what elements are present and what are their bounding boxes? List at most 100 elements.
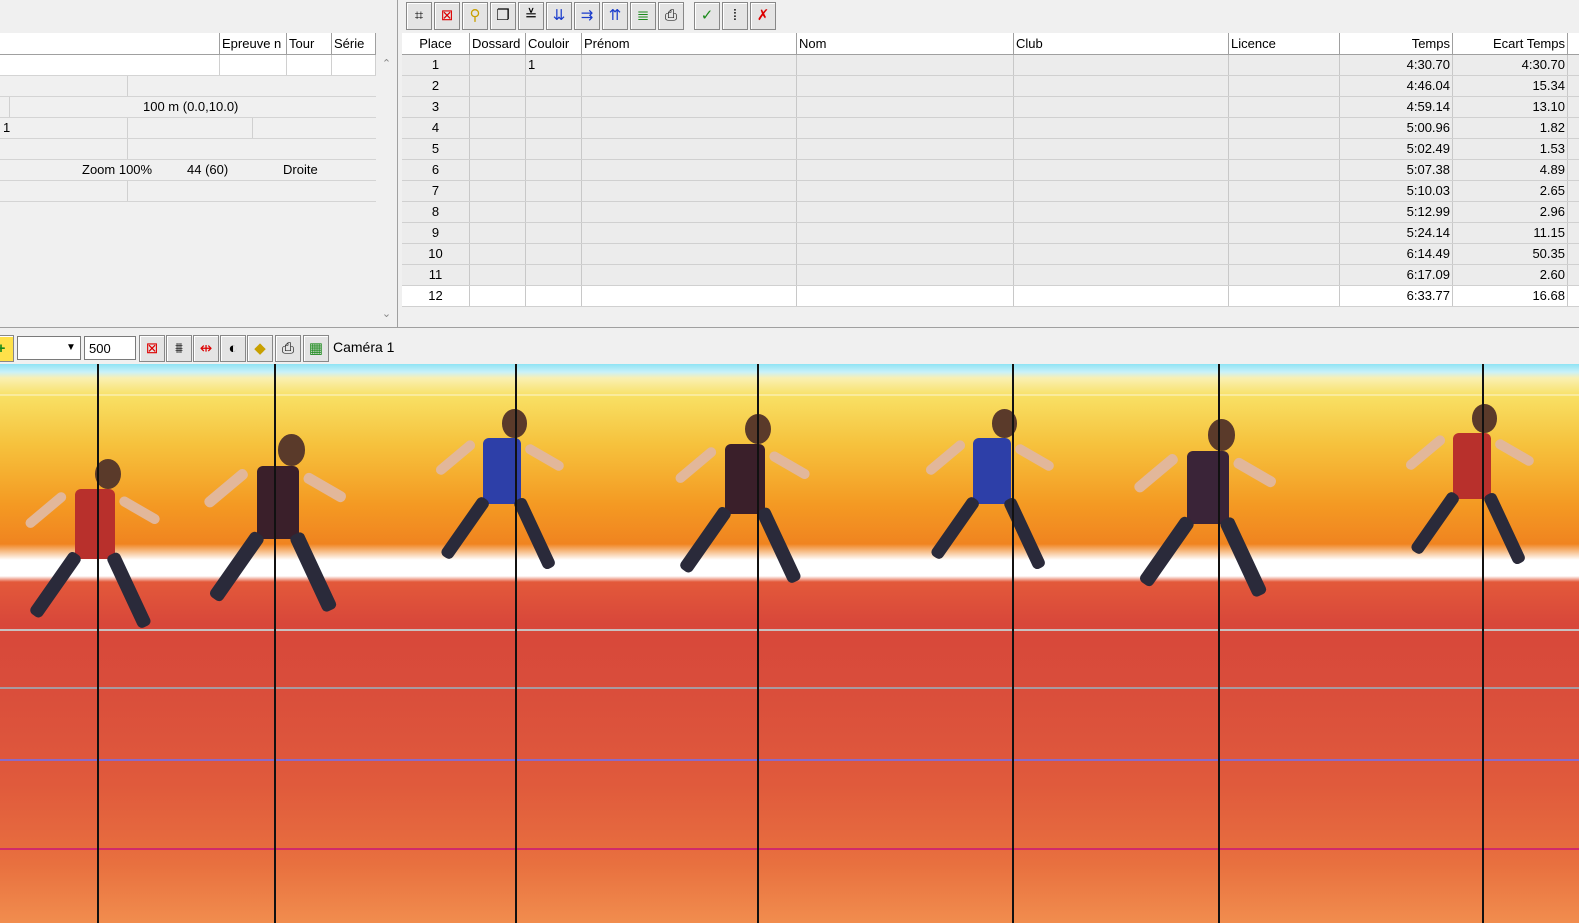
cell-licence[interactable] xyxy=(1229,55,1340,75)
contrast-icon[interactable]: ◐ xyxy=(220,335,246,362)
cell-ecart[interactable]: 15.34 xyxy=(1453,76,1568,96)
photo-finish-image[interactable] xyxy=(0,364,1579,923)
cell-prenom[interactable] xyxy=(582,97,797,117)
cell-place[interactable]: 3 xyxy=(402,97,470,117)
lane-select[interactable]: ▼ xyxy=(17,336,81,360)
cell-ecart[interactable]: 2.60 xyxy=(1453,265,1568,285)
tour-cell[interactable] xyxy=(287,55,332,75)
align-lines-icon[interactable]: ⇹ xyxy=(193,335,219,362)
cell-nom[interactable] xyxy=(797,76,1014,96)
race-selection-row[interactable] xyxy=(0,55,376,76)
cell-ecart[interactable]: 4.89 xyxy=(1453,160,1568,180)
cell-prenom[interactable] xyxy=(582,244,797,264)
column-header-temps[interactable]: Temps xyxy=(1340,33,1453,54)
table-row[interactable]: 11 6:17.09 2.60 xyxy=(402,265,1579,286)
ranking-icon[interactable]: ≣ xyxy=(630,2,656,30)
cell-nom[interactable] xyxy=(797,160,1014,180)
cell-dossard[interactable] xyxy=(470,265,526,285)
table-row[interactable]: 8 5:12.99 2.96 xyxy=(402,202,1579,223)
import-icon[interactable]: ⇊ xyxy=(546,2,572,30)
cell-ecart[interactable]: 4:30.70 xyxy=(1453,55,1568,75)
cell-temps[interactable]: 4:46.04 xyxy=(1340,76,1453,96)
cell-nom[interactable] xyxy=(797,223,1014,243)
column-header-prenom[interactable]: Prénom xyxy=(582,33,797,54)
column-header-place[interactable]: Place xyxy=(402,33,470,54)
race-name-cell[interactable] xyxy=(0,55,220,75)
cell-dossard[interactable] xyxy=(470,55,526,75)
cell-couloir[interactable] xyxy=(526,139,582,159)
table-row[interactable]: 7 5:10.03 2.65 xyxy=(402,181,1579,202)
cell-club[interactable] xyxy=(1014,97,1229,117)
cell-dossard[interactable] xyxy=(470,202,526,222)
cell-nom[interactable] xyxy=(797,244,1014,264)
cell-licence[interactable] xyxy=(1229,160,1340,180)
cell-club[interactable] xyxy=(1014,202,1229,222)
table-row[interactable]: 12 6:33.77 16.68 xyxy=(402,286,1579,307)
cell-nom[interactable] xyxy=(797,139,1014,159)
cell-ecart[interactable]: 11.15 xyxy=(1453,223,1568,243)
cell-nom[interactable] xyxy=(797,55,1014,75)
cell-club[interactable] xyxy=(1014,244,1229,264)
marker-icon[interactable]: ◆ xyxy=(247,335,273,362)
cell-dossard[interactable] xyxy=(470,244,526,264)
cell-nom[interactable] xyxy=(797,118,1014,138)
chevron-down-icon[interactable]: ▼ xyxy=(62,337,80,359)
cell-dossard[interactable] xyxy=(470,223,526,243)
cell-temps[interactable]: 5:12.99 xyxy=(1340,202,1453,222)
adjust-icon[interactable]: ⩩ xyxy=(166,335,192,362)
cell-club[interactable] xyxy=(1014,118,1229,138)
column-header-licence[interactable]: Licence xyxy=(1229,33,1340,54)
cell-couloir[interactable] xyxy=(526,97,582,117)
cell-club[interactable] xyxy=(1014,286,1229,306)
cell-place[interactable]: 5 xyxy=(402,139,470,159)
cell-place[interactable]: 12 xyxy=(402,286,470,306)
time-marker-line[interactable] xyxy=(1012,364,1014,923)
cell-licence[interactable] xyxy=(1229,202,1340,222)
cell-club[interactable] xyxy=(1014,76,1229,96)
left-scrollbar[interactable]: ⌃ ⌄ xyxy=(377,55,396,325)
cell-prenom[interactable] xyxy=(582,202,797,222)
split-icon[interactable]: ⁞ xyxy=(722,2,748,30)
time-marker-line[interactable] xyxy=(1482,364,1484,923)
validate-icon[interactable]: ✓ xyxy=(694,2,720,30)
cell-couloir[interactable] xyxy=(526,76,582,96)
cell-dossard[interactable] xyxy=(470,139,526,159)
cell-nom[interactable] xyxy=(797,97,1014,117)
table-row[interactable]: 6 5:07.38 4.89 xyxy=(402,160,1579,181)
time-marker-line[interactable] xyxy=(1218,364,1220,923)
table-row[interactable]: 2 4:46.04 15.34 xyxy=(402,76,1579,97)
cell-temps[interactable]: 5:00.96 xyxy=(1340,118,1453,138)
cell-licence[interactable] xyxy=(1229,286,1340,306)
serie-cell[interactable] xyxy=(332,55,376,75)
time-marker-line[interactable] xyxy=(97,364,99,923)
cell-nom[interactable] xyxy=(797,202,1014,222)
time-marker-line[interactable] xyxy=(515,364,517,923)
table-row[interactable]: 10 6:14.49 50.35 xyxy=(402,244,1579,265)
cell-couloir[interactable] xyxy=(526,286,582,306)
table-row[interactable]: 9 5:24.14 11.15 xyxy=(402,223,1579,244)
cell-prenom[interactable] xyxy=(582,160,797,180)
copy-window-icon[interactable]: ❐ xyxy=(490,2,516,30)
cell-ecart[interactable]: 50.35 xyxy=(1453,244,1568,264)
check-list-icon[interactable]: ≚ xyxy=(518,2,544,30)
cell-couloir[interactable] xyxy=(526,181,582,201)
cell-nom[interactable] xyxy=(797,286,1014,306)
zoom-icon[interactable]: ⚲ xyxy=(462,2,488,30)
cell-licence[interactable] xyxy=(1229,118,1340,138)
cell-prenom[interactable] xyxy=(582,223,797,243)
cell-prenom[interactable] xyxy=(582,265,797,285)
cell-dossard[interactable] xyxy=(470,286,526,306)
cell-place[interactable]: 10 xyxy=(402,244,470,264)
cell-club[interactable] xyxy=(1014,160,1229,180)
cell-temps[interactable]: 6:17.09 xyxy=(1340,265,1453,285)
cell-place[interactable]: 1 xyxy=(402,55,470,75)
cell-club[interactable] xyxy=(1014,223,1229,243)
cell-temps[interactable]: 5:10.03 xyxy=(1340,181,1453,201)
cell-place[interactable]: 2 xyxy=(402,76,470,96)
delete-line-icon[interactable]: ⊠ xyxy=(139,335,165,362)
cell-prenom[interactable] xyxy=(582,55,797,75)
column-header-serie[interactable]: Série xyxy=(332,33,376,54)
cell-dossard[interactable] xyxy=(470,181,526,201)
cell-club[interactable] xyxy=(1014,55,1229,75)
cell-couloir[interactable]: 1 xyxy=(526,55,582,75)
